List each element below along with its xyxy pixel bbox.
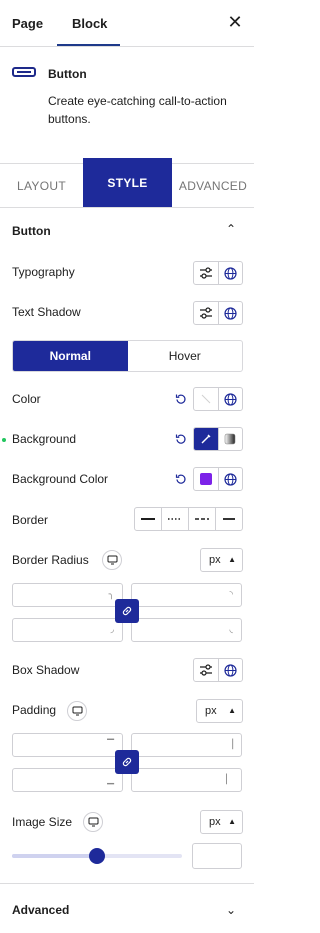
state-toggle: Normal Hover — [12, 340, 243, 372]
hover-state-button[interactable]: Hover — [128, 341, 243, 371]
section-title[interactable]: Button — [12, 224, 51, 238]
divider — [0, 883, 254, 884]
color-label: Color — [12, 392, 41, 406]
tab-block[interactable]: Block — [72, 0, 107, 46]
radius-top-left-input[interactable]: ╮ — [12, 583, 123, 607]
divider — [0, 207, 254, 208]
close-icon[interactable]: ✕ — [227, 12, 243, 32]
border-none-icon[interactable] — [215, 508, 242, 530]
padding-bottom-input[interactable]: ▁ — [12, 768, 123, 792]
chevron-up-icon[interactable]: ⌃ — [224, 222, 238, 236]
monitor-icon[interactable] — [102, 550, 122, 570]
typography-label: Typography — [12, 265, 75, 279]
side-top-icon: ▔ — [107, 739, 114, 749]
border-solid-icon[interactable] — [135, 508, 161, 530]
padding-unit-select[interactable]: px ▲ — [196, 699, 243, 723]
radius-top-right-input[interactable]: ◝ — [131, 583, 242, 607]
border-style-controls — [134, 507, 243, 531]
link-values-icon[interactable] — [115, 599, 139, 623]
radius-bottom-right-input[interactable]: ◟ — [131, 618, 242, 642]
reset-icon[interactable] — [175, 473, 187, 485]
background-label: Background — [12, 432, 77, 446]
select-arrow-icon: ▲ — [228, 706, 236, 715]
globe-icon[interactable] — [217, 262, 242, 284]
select-arrow-icon: ▲ — [228, 817, 236, 826]
block-title: Button — [48, 67, 87, 81]
modified-indicator — [2, 438, 6, 442]
reset-icon[interactable] — [175, 433, 187, 445]
color-swatch-fill — [199, 473, 212, 485]
sliders-icon[interactable] — [194, 262, 218, 284]
image-size-input[interactable] — [192, 843, 242, 869]
side-bottom-icon: ▁ — [107, 774, 114, 784]
sliders-icon[interactable] — [194, 302, 218, 324]
padding-label: Padding — [12, 703, 57, 717]
corner-top-left-icon: ╮ — [108, 589, 114, 599]
background-color-controls — [193, 467, 243, 491]
link-values-icon[interactable] — [115, 750, 139, 774]
side-right-icon: ▕ — [226, 739, 233, 749]
color-controls — [193, 387, 243, 411]
padding-right-input[interactable]: ▕ — [131, 733, 242, 757]
color-swatch[interactable] — [194, 468, 218, 490]
globe-icon[interactable] — [217, 302, 242, 324]
tab-page[interactable]: Page — [12, 0, 43, 46]
globe-icon[interactable] — [217, 388, 242, 410]
image-size-unit-select[interactable]: px ▲ — [200, 810, 243, 834]
unit-value: px — [209, 816, 221, 828]
select-arrow-icon: ▲ — [228, 555, 236, 564]
inspector-tabs: LAYOUT STYLE ADVANCED — [0, 158, 254, 207]
corner-bottom-left-icon: ◞ — [110, 624, 115, 634]
corner-bottom-right-icon: ◟ — [229, 624, 234, 634]
image-size-slider-fill — [12, 854, 97, 858]
box-shadow-label: Box Shadow — [12, 663, 80, 677]
image-size-slider-thumb[interactable] — [89, 848, 105, 864]
gradient-icon[interactable] — [217, 428, 242, 450]
tab-layout[interactable]: LAYOUT — [0, 158, 83, 207]
globe-icon[interactable] — [217, 659, 242, 681]
button-icon — [12, 67, 36, 77]
normal-state-button[interactable]: Normal — [13, 341, 128, 371]
globe-icon[interactable] — [217, 468, 242, 490]
radius-bottom-left-input[interactable]: ◞ — [12, 618, 123, 642]
typography-controls — [193, 261, 243, 285]
border-dotted-icon[interactable] — [161, 508, 188, 530]
border-dashed-icon[interactable] — [188, 508, 215, 530]
background-color-label: Background Color — [12, 472, 109, 486]
sliders-icon[interactable] — [194, 659, 218, 681]
tab-style[interactable]: STYLE — [83, 158, 172, 207]
block-description: Create eye-catching call-to-action butto… — [48, 94, 227, 126]
image-size-label: Image Size — [12, 815, 73, 829]
chevron-down-icon[interactable]: ⌄ — [224, 903, 238, 917]
corner-top-right-icon: ◝ — [229, 589, 234, 599]
text-shadow-label: Text Shadow — [12, 305, 81, 319]
tab-advanced[interactable]: ADVANCED — [172, 158, 254, 207]
box-shadow-controls — [193, 658, 243, 682]
monitor-icon[interactable] — [67, 701, 87, 721]
text-shadow-controls — [193, 301, 243, 325]
brush-icon[interactable] — [194, 428, 218, 450]
unit-value: px — [205, 705, 217, 717]
border-radius-unit-select[interactable]: px ▲ — [200, 548, 243, 572]
empty-swatch-icon[interactable] — [194, 388, 218, 410]
advanced-section-title[interactable]: Advanced — [12, 903, 69, 917]
divider — [0, 46, 254, 47]
reset-icon[interactable] — [175, 393, 187, 405]
background-type-controls — [193, 427, 243, 451]
monitor-icon[interactable] — [83, 812, 103, 832]
border-radius-label: Border Radius — [12, 553, 89, 567]
padding-top-input[interactable]: ▔ — [12, 733, 123, 757]
padding-left-input[interactable]: ▏ — [131, 768, 242, 792]
border-label: Border — [12, 513, 49, 527]
unit-value: px — [209, 554, 221, 566]
side-left-icon: ▏ — [226, 774, 233, 784]
